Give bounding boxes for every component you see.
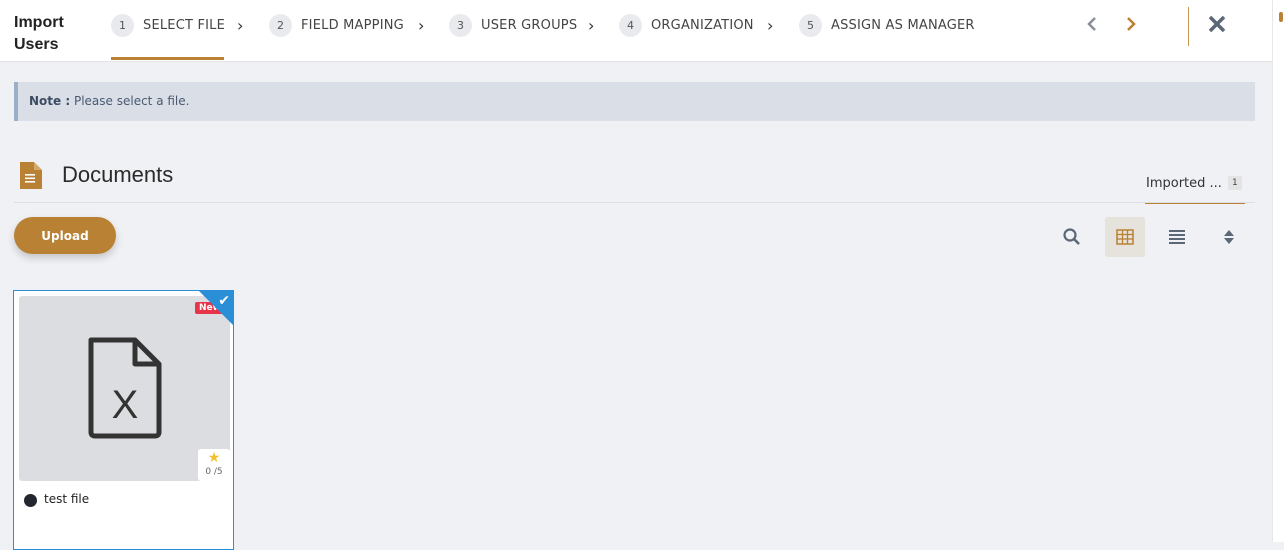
- note-text: Please select a file.: [73, 94, 190, 108]
- step-number: 5: [799, 13, 822, 37]
- tab-imported[interactable]: Imported ... 1: [1145, 174, 1245, 204]
- step-organization[interactable]: 4 ORGANIZATION: [619, 13, 754, 37]
- search-icon[interactable]: [1052, 217, 1092, 257]
- step-label: SELECT FILE: [143, 17, 226, 33]
- rating-score: 0 /5: [205, 467, 223, 477]
- chevron-right-icon: ›: [237, 15, 244, 35]
- list-view-icon[interactable]: [1157, 217, 1197, 257]
- star-icon: ★: [207, 450, 221, 466]
- step-user-groups[interactable]: 3 USER GROUPS: [449, 13, 577, 37]
- page-title-line2: Users: [14, 36, 59, 53]
- excel-file-icon: X: [85, 336, 165, 444]
- step-label: ASSIGN AS MANAGER: [831, 17, 975, 33]
- chevron-right-icon: ›: [418, 15, 425, 35]
- page-title: Import Users: [14, 12, 64, 56]
- close-icon[interactable]: [1206, 8, 1228, 48]
- scrollbar[interactable]: [1272, 0, 1284, 542]
- step-number: 3: [449, 13, 472, 37]
- scroll-marker: [1279, 12, 1283, 22]
- sort-icon[interactable]: [1209, 217, 1249, 257]
- checkmark-icon[interactable]: ✔: [218, 293, 230, 309]
- step-assign-as-manager[interactable]: 5 ASSIGN AS MANAGER: [799, 13, 975, 37]
- step-number: 4: [619, 13, 642, 37]
- note-label: Note :: [29, 94, 71, 108]
- active-step-indicator: [111, 57, 224, 60]
- status-dot: [24, 494, 37, 507]
- step-field-mapping[interactable]: 2 FIELD MAPPING: [269, 13, 404, 37]
- step-number: 1: [111, 13, 134, 37]
- tab-label: Imported ...: [1146, 176, 1222, 191]
- document-icon: [20, 162, 42, 193]
- note-banner: Note : Please select a file.: [14, 82, 1255, 121]
- step-label: ORGANIZATION: [651, 17, 754, 33]
- count-badge: 1: [1228, 176, 1242, 190]
- svg-text:X: X: [112, 383, 139, 427]
- documents-title: Documents: [62, 162, 174, 187]
- step-label: FIELD MAPPING: [301, 17, 404, 33]
- rating-box[interactable]: ★ 0 /5: [198, 449, 230, 481]
- chevron-right-icon: ›: [588, 15, 595, 35]
- file-card[interactable]: X ★ 0 /5 New ✔ test file: [13, 290, 234, 550]
- chevron-right-icon[interactable]: [1123, 10, 1139, 46]
- divider: [14, 202, 1255, 203]
- upload-button[interactable]: Upload: [14, 217, 116, 254]
- step-select-file[interactable]: 1 SELECT FILE: [111, 13, 225, 37]
- top-bar: Import Users 1 SELECT FILE › 2 FIELD MAP…: [0, 0, 1272, 62]
- page-title-line1: Import: [14, 14, 64, 31]
- chevron-right-icon: ›: [767, 15, 774, 35]
- divider: [1188, 7, 1189, 46]
- step-number: 2: [269, 13, 292, 37]
- chevron-left-icon[interactable]: [1084, 10, 1100, 46]
- file-name[interactable]: test file: [44, 492, 89, 506]
- step-label: USER GROUPS: [481, 17, 578, 33]
- grid-view-icon[interactable]: [1105, 217, 1145, 257]
